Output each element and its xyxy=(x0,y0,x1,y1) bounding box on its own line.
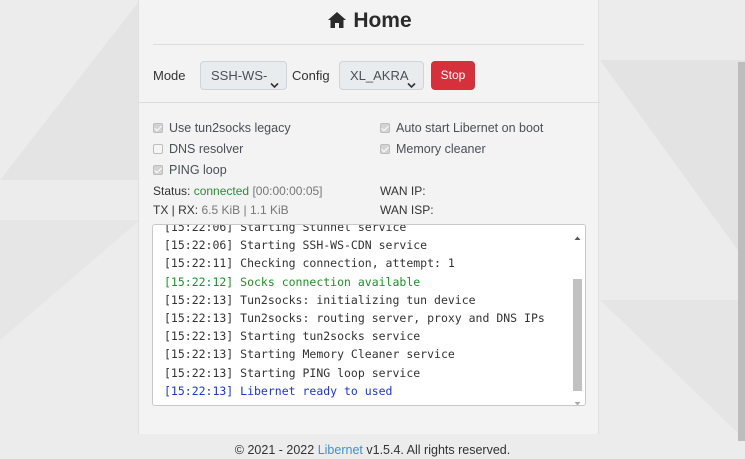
traffic-line: TX | RX: 6.5 KiB | 1.1 KiB xyxy=(153,202,289,218)
log-line: [15:22:13] Starting tun2socks service xyxy=(164,329,421,344)
log-line: [15:22:06] Starting SSH-WS-CDN service xyxy=(164,238,428,253)
mode-select-value: SSH-WS- xyxy=(211,68,268,83)
footer-suffix: v1.5.4. All rights reserved. xyxy=(366,443,511,457)
log-line: [15:22:13] Starting Memory Cleaner servi… xyxy=(164,347,455,362)
mode-label: Mode xyxy=(153,68,186,83)
log-line: [15:22:12] Socks connection available xyxy=(164,274,421,289)
footer-brand-link[interactable]: Libernet xyxy=(318,443,363,457)
page-title: Home xyxy=(139,8,600,36)
log-line: [15:22:13] Tun2socks: initializing tun d… xyxy=(164,292,476,307)
log-lines: [15:22:06] Starting Stunnel service [15:2… xyxy=(164,224,565,400)
footer: © 2021 - 2022 Libernet v1.5.4. All right… xyxy=(0,442,745,458)
scroll-down-icon[interactable] xyxy=(574,394,581,405)
checkbox-checked-icon xyxy=(153,123,163,133)
auto-start-checkbox[interactable]: Auto start Libernet on boot xyxy=(380,120,543,136)
stop-button[interactable]: Stop xyxy=(431,61,475,90)
home-icon xyxy=(327,10,347,36)
mode-select[interactable]: SSH-WS- xyxy=(200,61,287,90)
log-line: [15:22:06] Starting Stunnel service xyxy=(164,224,407,234)
footer-prefix: © 2021 - 2022 xyxy=(234,443,315,457)
dns-resolver-label: DNS resolver xyxy=(169,142,244,156)
memory-cleaner-checkbox[interactable]: Memory cleaner xyxy=(380,141,486,157)
config-label: Config xyxy=(292,68,330,83)
status-line: Status: connected [00:00:00:05] xyxy=(153,183,323,199)
scroll-up-icon[interactable] xyxy=(574,229,581,240)
chevron-down-icon xyxy=(407,71,416,98)
config-select[interactable]: XL_AKRA xyxy=(339,61,424,90)
page-title-text: Home xyxy=(353,9,412,32)
wan-isp-label: WAN ISP: xyxy=(380,203,434,217)
config-select-value: XL_AKRA xyxy=(350,68,409,83)
tun2socks-legacy-label: Use tun2socks legacy xyxy=(169,121,291,135)
traffic-label: TX | RX: xyxy=(153,203,199,217)
page-scrollbar[interactable] xyxy=(738,62,745,441)
status-label: Status: xyxy=(153,184,191,198)
uptime-value: [00:00:00:05] xyxy=(252,184,323,198)
log-line: [15:22:13] Libernet ready to used xyxy=(164,383,393,398)
ping-loop-checkbox[interactable]: PING loop xyxy=(153,162,227,178)
chevron-down-icon xyxy=(270,71,279,98)
tun2socks-legacy-checkbox[interactable]: Use tun2socks legacy xyxy=(153,120,291,136)
log-scrollbar[interactable] xyxy=(572,227,583,405)
traffic-value: 6.5 KiB | 1.1 KiB xyxy=(201,203,289,217)
log-line: [15:22:13] Tun2socks: routing server, pr… xyxy=(164,311,545,326)
auto-start-label: Auto start Libernet on boot xyxy=(396,121,544,135)
log-line: [15:22:11] Checking connection, attempt:… xyxy=(164,256,455,271)
scrollbar-thumb[interactable] xyxy=(573,279,582,391)
dns-resolver-checkbox[interactable]: DNS resolver xyxy=(153,141,243,157)
memory-cleaner-label: Memory cleaner xyxy=(396,142,486,156)
checkbox-checked-icon xyxy=(380,144,390,154)
log-panel[interactable]: [15:22:06] Starting Stunnel service [15:2… xyxy=(152,224,586,406)
status-value: connected xyxy=(193,184,250,198)
checkbox-checked-icon xyxy=(153,165,163,175)
checkbox-unchecked-icon xyxy=(153,144,163,154)
checkbox-checked-icon xyxy=(380,123,390,133)
wan-ip-label: WAN IP: xyxy=(380,184,426,198)
log-line: [15:22:13] Starting PING loop service xyxy=(164,365,421,380)
card-header: Home Mode SSH-WS- Config XL_AKRA Stop xyxy=(139,0,600,103)
ping-loop-label: PING loop xyxy=(169,163,227,177)
main-card: Home Mode SSH-WS- Config XL_AKRA Stop Us… xyxy=(138,0,600,434)
header-divider xyxy=(153,44,584,45)
